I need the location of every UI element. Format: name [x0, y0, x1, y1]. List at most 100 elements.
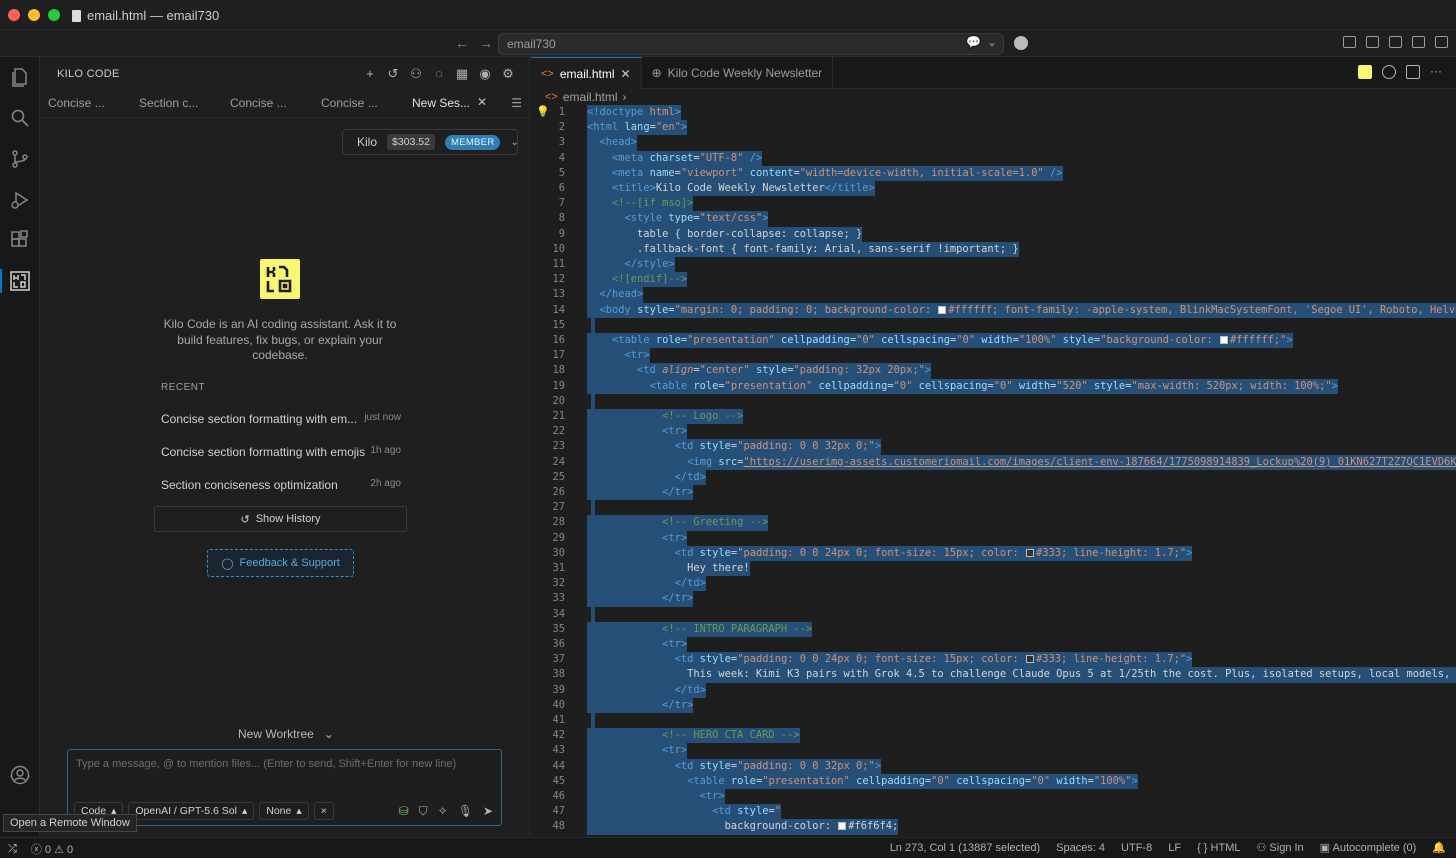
account-icon[interactable] [10, 765, 30, 785]
toggle-primary-sidebar-icon[interactable] [1366, 36, 1379, 48]
close-tab-icon[interactable]: ✕ [621, 67, 631, 81]
model-selector[interactable]: OpenAI / GPT-5.6 Sol ▴ [128, 802, 255, 820]
shield-icon[interactable]: ⛉ [419, 804, 428, 819]
code-line[interactable]: 42 <!-- HERO CTA CARD --> [531, 728, 1456, 744]
code-line[interactable]: 5 <meta name="viewport" content="width=d… [531, 165, 1456, 181]
code-line[interactable]: 10 .fallback-font { font-family: Arial, … [531, 241, 1456, 257]
code-line[interactable]: 14 <body style="margin: 0; padding: 0; b… [531, 302, 1456, 318]
profile-icon[interactable]: ◉ [478, 66, 492, 82]
code-line[interactable]: 18 <td align="center" style="padding: 32… [531, 363, 1456, 379]
variant-selector[interactable]: None ▴ [259, 802, 309, 820]
code-line[interactable]: 7 <!--[if mso]> [531, 196, 1456, 212]
feedback-support-button[interactable]: ◯ Feedback & Support [207, 549, 354, 577]
back-arrow-icon[interactable]: ← [455, 35, 469, 51]
breadcrumb-file[interactable]: email.html [563, 90, 618, 104]
end-of-line[interactable]: LF [1168, 842, 1181, 854]
kilo-code-action-icon[interactable] [1358, 65, 1372, 79]
code-line[interactable]: 20 [531, 393, 1456, 409]
code-line[interactable]: 19 <table role="presentation" cellpaddin… [531, 378, 1456, 394]
code-editor[interactable]: 💡 1 <!doctype html> 2 <html lang="en"> 3 <he… [531, 105, 1456, 837]
code-line[interactable]: 24 <img src="https://userimg-assets.cust… [531, 454, 1456, 470]
code-line[interactable]: 43 <tr> [531, 743, 1456, 759]
send-icon[interactable]: ➤ [483, 804, 493, 819]
agent-icon[interactable]: ⚇ [409, 66, 423, 82]
code-line[interactable]: 37 <td style="padding: 0 0 24px 0; font-… [531, 652, 1456, 668]
forward-arrow-icon[interactable]: → [479, 35, 493, 51]
code-line[interactable]: 27 [531, 500, 1456, 516]
code-line[interactable]: 8 <style type="text/css"> [531, 211, 1456, 227]
code-line[interactable]: 16 <table role="presentation" cellpaddin… [531, 333, 1456, 349]
toggle-panel-icon[interactable] [1389, 36, 1402, 48]
settings-gear-icon[interactable]: ⚙ [501, 66, 515, 82]
minimize-window-button[interactable] [28, 9, 40, 21]
close-tab-icon[interactable]: ✕ [477, 95, 487, 109]
history-icon[interactable]: ↺ [386, 66, 400, 82]
kilo-code-icon[interactable] [10, 271, 30, 291]
code-line[interactable]: 26 </tr> [531, 485, 1456, 501]
database-icon[interactable]: ⛁ [399, 804, 409, 819]
encoding[interactable]: UTF-8 [1121, 842, 1152, 854]
code-line[interactable]: 29 <tr> [531, 530, 1456, 546]
open-preview-icon[interactable] [1382, 65, 1396, 79]
session-tab-new[interactable]: New Ses... ✕ [404, 90, 495, 117]
indentation[interactable]: Spaces: 4 [1056, 842, 1105, 854]
code-line[interactable]: 28 <!-- Greeting --> [531, 515, 1456, 531]
code-line[interactable]: 41 [531, 713, 1456, 729]
code-line[interactable]: 23 <td style="padding: 0 0 32px 0;"> [531, 439, 1456, 455]
notifications-bell-icon[interactable]: 🔔 [1432, 841, 1446, 854]
recent-item[interactable]: Concise section formatting with emojis 1… [161, 445, 401, 459]
command-center-search[interactable]: email730 [498, 33, 1004, 55]
chat-icon[interactable]: 💬 [966, 35, 981, 49]
customize-layout-icon[interactable] [1435, 36, 1448, 48]
code-line[interactable]: 12 <![endif]--> [531, 272, 1456, 288]
code-line[interactable]: 39 </td> [531, 682, 1456, 698]
code-line[interactable]: 33 </tr> [531, 591, 1456, 607]
code-line[interactable]: 15 [531, 317, 1456, 333]
code-line[interactable]: 45 <table role="presentation" cellpaddin… [531, 773, 1456, 789]
clear-button[interactable]: × [313, 802, 334, 820]
code-line[interactable]: 35 <!-- INTRO PARAGRAPH --> [531, 621, 1456, 637]
show-history-button[interactable]: ↺ Show History [154, 506, 407, 532]
maximize-window-button[interactable] [48, 9, 60, 21]
code-line[interactable]: 30 <td style="padding: 0 0 24px 0; font-… [531, 545, 1456, 561]
source-control-icon[interactable] [10, 149, 30, 169]
code-line[interactable]: 38 This week: Kimi K3 pairs with Grok 4.… [531, 667, 1456, 683]
microphone-icon[interactable]: 🎙 [458, 804, 473, 819]
search-icon[interactable] [10, 108, 30, 128]
explorer-icon[interactable] [10, 67, 30, 87]
code-line[interactable]: 3 <head> [531, 135, 1456, 151]
marketplace-icon[interactable]: ▦ [455, 66, 469, 82]
run-debug-icon[interactable] [10, 190, 30, 210]
tab-newsletter-preview[interactable]: ⊕ Kilo Code Weekly Newsletter [642, 57, 834, 89]
problems-indicator[interactable]: ⓧ 0 ⚠ 0 [31, 841, 73, 857]
session-tab-4[interactable]: Concise ... [313, 90, 404, 117]
code-line[interactable]: 48 background-color: #f6f6f4; [531, 819, 1456, 835]
extensions-icon[interactable] [10, 230, 30, 250]
tabs-list-icon[interactable]: ☰ [511, 96, 522, 110]
code-line[interactable]: 1 <!doctype html> [531, 105, 1456, 121]
code-line[interactable]: 6 <title>Kilo Code Weekly Newsletter</ti… [531, 181, 1456, 197]
session-tab-3[interactable]: Concise ... [222, 90, 313, 117]
recent-item[interactable]: Section conciseness optimization 2h ago [161, 478, 401, 492]
code-line[interactable]: 13 </head> [531, 287, 1456, 303]
sign-in[interactable]: ⚇ Sign In [1256, 841, 1303, 854]
code-line[interactable]: 17 <tr> [531, 348, 1456, 364]
split-editor-icon[interactable] [1406, 65, 1420, 79]
chevron-down-icon[interactable]: ⌄ [987, 35, 997, 49]
new-task-icon[interactable]: + [363, 66, 377, 82]
close-window-button[interactable] [8, 9, 20, 21]
tab-email-html[interactable]: <> email.html ✕ [531, 57, 642, 89]
code-line[interactable]: 2 <html lang="en"> [531, 120, 1456, 136]
code-line[interactable]: 34 [531, 606, 1456, 622]
code-line[interactable]: 31 Hey there! [531, 561, 1456, 577]
code-line[interactable]: 46 <tr> [531, 789, 1456, 805]
more-actions-icon[interactable]: ··· [1430, 65, 1444, 79]
chat-bubble-icon[interactable]: ◌ [432, 66, 446, 82]
remote-indicator-icon[interactable]: ⤮ [8, 843, 17, 856]
autocomplete-status[interactable]: ▣ Autocomplete (0) [1320, 841, 1417, 854]
code-line[interactable]: 36 <tr> [531, 637, 1456, 653]
code-line[interactable]: 22 <tr> [531, 424, 1456, 440]
session-tab-1[interactable]: Concise ... [40, 90, 131, 117]
layout-icon[interactable] [1343, 36, 1356, 48]
recent-item[interactable]: Concise section formatting with em... ju… [161, 412, 401, 426]
